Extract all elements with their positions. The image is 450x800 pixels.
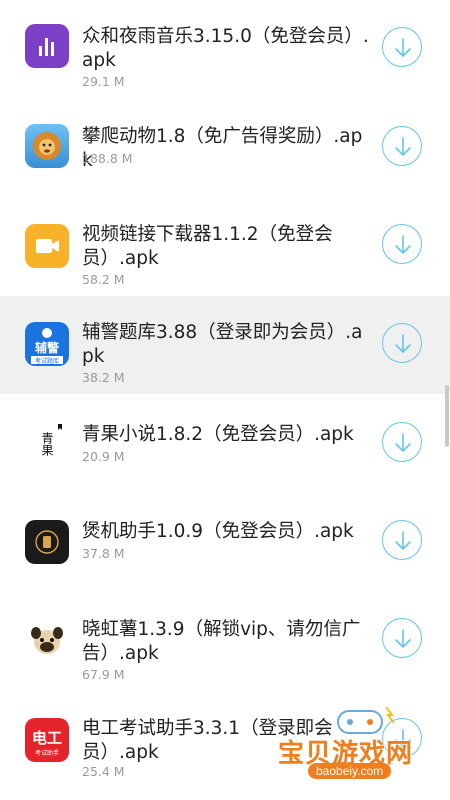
download-button[interactable] [382, 520, 422, 560]
app-size: 188.8 M [82, 151, 133, 166]
svg-text:考试题库: 考试题库 [35, 357, 59, 365]
download-button[interactable] [382, 126, 422, 166]
list-item[interactable]: 视频链接下载器1.1.2（免登会员）.apk 58.2 M [0, 196, 450, 294]
svg-text:考试助手: 考试助手 [35, 749, 59, 757]
download-arrow-icon [395, 235, 411, 254]
qingguo-novel-icon: 青果 [25, 420, 69, 464]
pug-dog-icon [25, 618, 69, 662]
app-size: 20.9 M [82, 449, 125, 464]
download-arrow-icon [395, 38, 411, 57]
watermark-url: baobeiy.com [308, 763, 392, 779]
list-item[interactable]: 众和夜雨音乐3.15.0（免登会员）.apk 29.1 M [0, 0, 450, 98]
app-title: 青果小说1.8.2（免登会员）.apk [82, 424, 354, 445]
download-button[interactable] [382, 422, 422, 462]
list-item[interactable]: 攀爬动物1.8（免广告得奖励）.apk 188.8 M [0, 98, 450, 196]
electrician-exam-icon: 电工 考试助手 [25, 718, 69, 762]
list-item[interactable]: 辅警 考试题库 辅警题库3.88（登录即为会员）.apk 38.2 M [0, 296, 450, 394]
svg-text:青果: 青果 [40, 432, 54, 456]
download-arrow-icon [395, 433, 411, 452]
app-title: 煲机助手1.0.9（免登会员）.apk [82, 521, 354, 542]
download-arrow-icon [395, 137, 411, 156]
lion-game-icon [25, 124, 69, 168]
app-size: 37.8 M [82, 546, 125, 561]
list-item[interactable]: 煲机助手1.0.9（免登会员）.apk 37.8 M [0, 492, 450, 590]
download-button[interactable] [382, 224, 422, 264]
svg-text:辅警: 辅警 [35, 340, 59, 355]
video-camera-icon [25, 224, 69, 268]
app-size: 58.2 M [82, 272, 125, 287]
list-item[interactable]: 青果 青果小说1.8.2（免登会员）.apk 20.9 M [0, 394, 450, 492]
app-title: 辅警题库3.88（登录即为会员）.apk [82, 322, 363, 367]
app-size: 29.1 M [82, 74, 125, 89]
download-arrow-icon [395, 334, 411, 353]
download-arrow-icon [395, 531, 411, 550]
svg-text:电工: 电工 [32, 729, 62, 747]
app-size: 25.4 M [82, 764, 125, 779]
watermark-logo: 宝贝游戏网 baobeiy.com [268, 703, 444, 785]
speaker-icon [25, 520, 69, 564]
bar-chart-music-icon [25, 24, 69, 68]
app-title: 晓虹薯1.3.9（解锁vip、请勿信广告）.apk [82, 619, 361, 664]
download-button[interactable] [382, 618, 422, 658]
download-button[interactable] [382, 323, 422, 363]
download-arrow-icon [395, 629, 411, 648]
police-quiz-icon: 辅警 考试题库 [25, 322, 69, 366]
scrollbar[interactable] [445, 385, 449, 447]
app-title: 众和夜雨音乐3.15.0（免登会员）.apk [82, 26, 369, 71]
app-size: 38.2 M [82, 370, 125, 385]
list-item[interactable]: 晓虹薯1.3.9（解锁vip、请勿信广告）.apk 67.9 M [0, 590, 450, 688]
app-size: 67.9 M [82, 667, 125, 682]
app-title: 视频链接下载器1.1.2（免登会员）.apk [82, 224, 333, 269]
download-button[interactable] [382, 27, 422, 67]
